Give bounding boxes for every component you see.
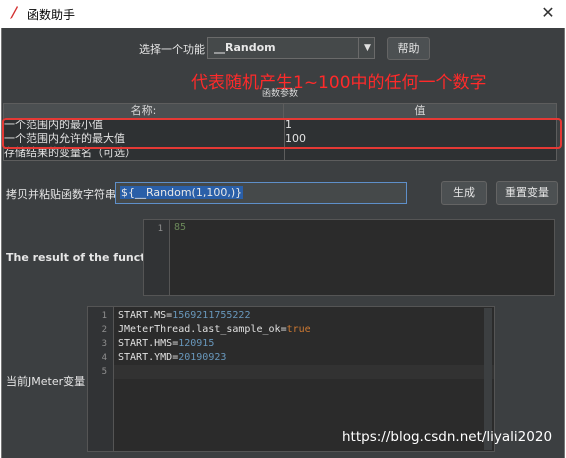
variable-line: JMeterThread.last_sample_ok=true [118,324,311,335]
line-number: 5 [101,367,107,377]
line-number: 3 [101,339,107,349]
window-title: 函数助手 [27,8,76,22]
function-string-value: ${__Random(1,100,)} [120,186,244,199]
dropdown-arrow-icon[interactable]: ▼ [358,38,376,58]
variable-value: true [286,324,311,335]
function-select-value: __Random [214,41,276,54]
variable-line: START.HMS=120915 [118,338,215,349]
current-line-highlight [114,365,494,379]
variable-key: START.YMD [118,352,173,363]
column-header-name[interactable]: 名称: [4,104,284,118]
help-button[interactable]: 帮助 [387,37,430,60]
function-string-label: 拷贝并粘贴函数字符串 [6,188,116,201]
generate-button[interactable]: 生成 [441,181,487,205]
line-number: 2 [101,325,107,335]
result-value: 85 [174,222,187,233]
reset-variables-button[interactable]: 重置变量 [496,181,558,205]
line-number-gutter: 1 [144,220,170,295]
line-number: 1 [157,224,163,234]
column-header-value[interactable]: 值 [284,104,556,118]
variable-key: JMeterThread.last_sample_ok [118,324,281,335]
result-text-area[interactable]: 1 85 [143,219,555,296]
variable-key: START.HMS [118,338,173,349]
jmeter-feather-icon [10,6,18,19]
variable-line: START.YMD=20190923 [118,352,227,363]
variable-value: 1569211755222 [172,310,251,321]
params-caption: 函数参数 [262,89,299,99]
variable-value: 120915 [178,338,215,349]
jmeter-variables-label: 当前JMeter变量 [6,375,86,388]
variable-line: START.MS=1569211755222 [118,310,251,321]
close-icon[interactable]: ✕ [538,3,558,23]
line-number: 4 [101,353,107,363]
watermark: https://blog.csdn.net/liyali2020 [342,429,553,445]
line-number: 1 [101,311,107,321]
line-number-gutter: 1 2 3 4 5 [88,307,114,451]
title-bar: 函数助手 ✕ [0,0,566,27]
variables-code: START.MS=1569211755222 JMeterThread.last… [118,309,311,365]
function-string-input[interactable]: ${__Random(1,100,)} [115,182,407,204]
red-highlight-box [2,118,562,149]
variable-key: START.MS [118,310,167,321]
variable-value: 20190923 [178,352,227,363]
red-annotation-text: 代表随机产生1~100中的任何一个数字 [191,73,487,93]
function-select-label: 选择一个功能 [139,43,205,56]
function-select[interactable]: __Random ▼ [207,37,375,59]
